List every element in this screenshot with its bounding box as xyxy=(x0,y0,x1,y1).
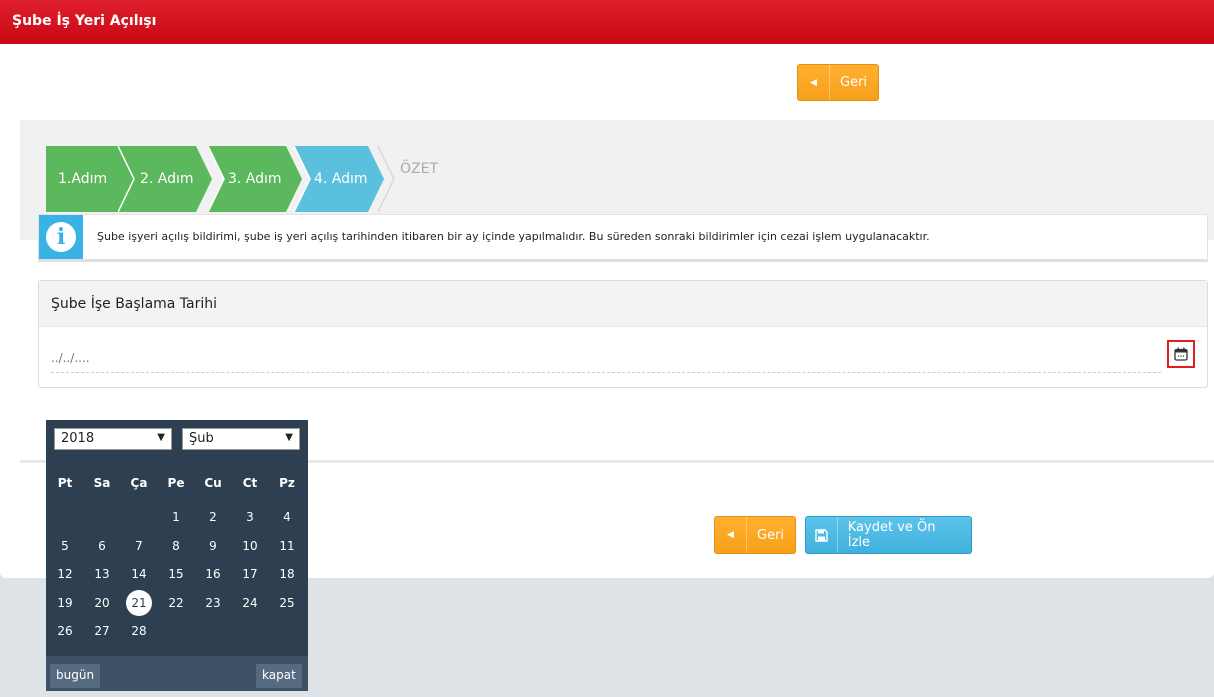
calendar-day[interactable]: 18 xyxy=(274,561,300,587)
calendar-day[interactable]: 5 xyxy=(52,533,78,559)
step-4-label: 4. Adım xyxy=(314,171,368,187)
dropdown-arrow-icon: ▼ xyxy=(285,432,293,443)
start-date-input[interactable] xyxy=(51,343,1161,373)
calendar-day[interactable]: 3 xyxy=(237,504,263,530)
year-select-value: 2018 xyxy=(61,431,95,446)
dropdown-arrow-icon: ▼ xyxy=(157,432,165,443)
floppy-disk-icon xyxy=(806,517,838,553)
weekday-header: Pz xyxy=(279,476,295,490)
back-button[interactable]: ◀ Geri xyxy=(714,516,796,554)
top-back-button[interactable]: ◀ Geri xyxy=(797,64,879,101)
info-icon: i xyxy=(39,215,83,259)
calendar-day[interactable]: 19 xyxy=(52,590,78,616)
calendar-day[interactable]: 8 xyxy=(163,533,189,559)
calendar-day[interactable]: 10 xyxy=(237,533,263,559)
weekday-header: Sa xyxy=(93,476,111,490)
step-2[interactable]: 2. Adım xyxy=(118,146,214,212)
calendar-day[interactable]: 17 xyxy=(237,561,263,587)
start-date-panel: Şube İşe Başlama Tarihi xyxy=(38,280,1208,388)
year-select[interactable]: 2018 ▼ xyxy=(54,428,172,450)
weekday-header: Cu xyxy=(204,476,222,490)
calendar-day[interactable]: 6 xyxy=(89,533,115,559)
calendar-day[interactable]: 24 xyxy=(237,590,263,616)
calendar-day[interactable]: 23 xyxy=(200,590,226,616)
step-1-label: 1.Adım xyxy=(58,171,108,187)
calendar-icon xyxy=(1174,347,1188,361)
page-header: Şube İş Yeri Açılışı xyxy=(0,0,1214,44)
save-preview-button[interactable]: Kaydet ve Ön İzle xyxy=(805,516,972,554)
today-button[interactable]: bugün xyxy=(50,664,101,688)
calendar-day[interactable]: 12 xyxy=(52,561,78,587)
weekday-header: Ct xyxy=(242,476,258,490)
datepicker: 2018 ▼ Şub ▼ bugün kapat Pt Sa Ça Pe Cu Ct Pz 1… xyxy=(46,420,308,691)
calendar-day[interactable]: 16 xyxy=(200,561,226,587)
calendar-day[interactable]: 28 xyxy=(126,618,152,644)
info-text: Şube işyeri açılış bildirimi, şube iş ye… xyxy=(97,230,930,243)
calendar-day[interactable]: 25 xyxy=(274,590,300,616)
month-select[interactable]: Şub ▼ xyxy=(182,428,300,450)
start-date-label: Şube İşe Başlama Tarihi xyxy=(39,281,1207,327)
step-summary-label: ÖZET xyxy=(400,161,439,177)
calendar-day[interactable]: 13 xyxy=(89,561,115,587)
info-alert: i Şube işyeri açılış bildirimi, şube iş … xyxy=(38,214,1208,262)
datepicker-footer: bugün kapat xyxy=(46,656,308,691)
calendar-day[interactable]: 26 xyxy=(52,618,78,644)
step-3[interactable]: 3. Adım xyxy=(208,146,304,212)
calendar-day[interactable]: 7 xyxy=(126,533,152,559)
calendar-day[interactable]: 14 xyxy=(126,561,152,587)
step-2-label: 2. Adım xyxy=(140,171,194,187)
page-title: Şube İş Yeri Açılışı xyxy=(12,13,157,29)
caret-left-icon: ◀ xyxy=(715,517,747,553)
calendar-button[interactable] xyxy=(1167,340,1195,368)
calendar-day[interactable]: 11 xyxy=(274,533,300,559)
calendar-day[interactable]: 2 xyxy=(200,504,226,530)
step-3-label: 3. Adım xyxy=(228,171,282,187)
calendar-day-today[interactable]: 21 xyxy=(126,589,152,616)
calendar-day[interactable]: 27 xyxy=(89,618,115,644)
back-button-label: Geri xyxy=(757,527,785,543)
step-summary[interactable]: ÖZET xyxy=(376,146,456,212)
weekday-header: Ça xyxy=(130,476,148,490)
weekday-header: Pe xyxy=(167,476,185,490)
close-button[interactable]: kapat xyxy=(256,664,302,688)
caret-left-icon: ◀ xyxy=(798,65,830,100)
calendar-day[interactable]: 9 xyxy=(200,533,226,559)
top-back-button-label: Geri xyxy=(840,75,868,90)
calendar-day[interactable]: 22 xyxy=(163,590,189,616)
calendar-day[interactable]: 1 xyxy=(163,504,189,530)
month-select-value: Şub xyxy=(189,431,214,446)
calendar-day[interactable]: 4 xyxy=(274,504,300,530)
save-preview-button-label: Kaydet ve Ön İzle xyxy=(847,520,936,550)
calendar-day[interactable]: 15 xyxy=(163,561,189,587)
calendar-day[interactable]: 20 xyxy=(89,590,115,616)
weekday-header: Pt xyxy=(57,476,73,490)
